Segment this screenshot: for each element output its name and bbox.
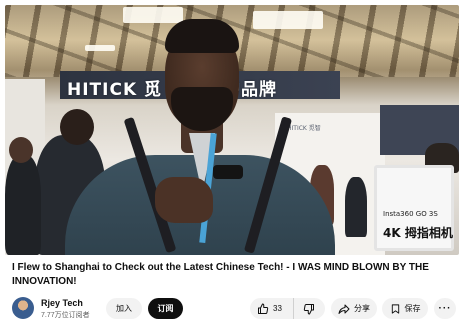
background-person-head — [9, 137, 33, 163]
more-button[interactable]: ··· — [434, 298, 456, 319]
share-label: 分享 — [354, 304, 370, 313]
dislike-button[interactable] — [294, 298, 315, 319]
channel-name[interactable]: Rjey Tech — [41, 298, 83, 308]
like-button[interactable]: 33 — [250, 298, 294, 319]
share-icon — [338, 303, 350, 315]
ceiling-light — [123, 7, 183, 23]
save-button[interactable]: 保存 — [382, 298, 428, 319]
more-icon: ··· — [438, 303, 452, 314]
video-player[interactable]: HITICK 觅智 HITICK 觅 智能个护品牌 Insta360 GO 3S… — [5, 5, 459, 255]
ceiling-light — [253, 11, 323, 29]
share-button[interactable]: 分享 — [331, 298, 377, 319]
booth-sign: HITICK 觅智 — [287, 125, 321, 132]
background-person-head — [60, 109, 94, 145]
background-person — [5, 155, 41, 255]
presenter-hand — [155, 177, 213, 223]
monitor-caption: Insta360 GO 3S — [383, 210, 438, 218]
monitor-headline: 4K 拇指相机 — [383, 226, 453, 240]
thumbs-down-icon — [303, 303, 315, 315]
video-title: I Flew to Shanghai to Check out the Late… — [12, 262, 429, 287]
ceiling-light — [85, 45, 115, 51]
subscribe-button[interactable]: 订阅 — [148, 298, 183, 319]
save-label: 保存 — [404, 304, 421, 313]
like-count: 33 — [273, 304, 282, 313]
channel-avatar[interactable] — [12, 297, 34, 319]
presenter-hair — [165, 19, 239, 53]
subscriber-count: 7.77万位订阅者 — [41, 312, 90, 319]
join-button[interactable]: 加入 — [106, 298, 142, 319]
thumbs-up-icon — [257, 303, 269, 315]
background-person — [345, 177, 367, 237]
display-monitor: Insta360 GO 3S 4K 拇指相机 — [374, 165, 454, 251]
clip-microphone — [213, 165, 243, 179]
save-icon — [390, 303, 401, 315]
like-dislike-group: 33 — [250, 298, 325, 319]
